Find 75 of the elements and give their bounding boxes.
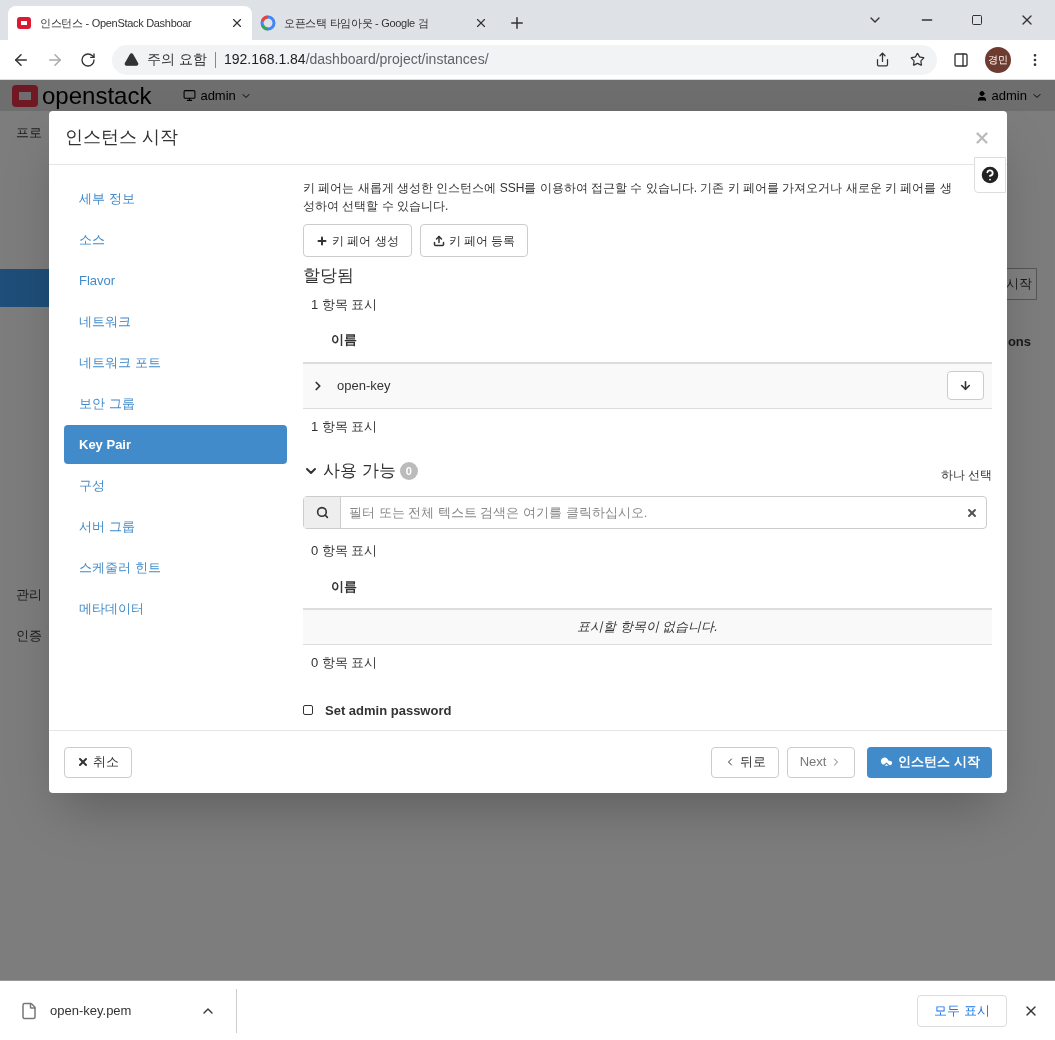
- key-pair-button[interactable]: 키 페어 생성: [303, 224, 412, 257]
- checkbox-label: Set admin password: [325, 701, 452, 720]
- browser-tab[interactable]: 인스턴스 - OpenStack Dashboar: [8, 6, 252, 40]
- wizard-step[interactable]: 서버 그룹: [64, 507, 287, 546]
- filter-field[interactable]: 필터 또는 전체 텍스트 검색은 여기를 클릭하십시오.: [303, 496, 987, 529]
- close-icon: [77, 756, 89, 768]
- file-icon: [20, 1001, 38, 1020]
- wizard-step[interactable]: 메타데이터: [64, 589, 287, 628]
- share-icon[interactable]: [875, 52, 890, 67]
- sidebar-text: 프로: [15, 124, 43, 142]
- wizard-step[interactable]: 네트워크: [64, 302, 287, 341]
- close-icon[interactable]: [230, 16, 244, 30]
- sidebar-active-item: [0, 268, 49, 307]
- browser-tab[interactable]: 오픈스택 타임아웃 - Google 검: [252, 6, 496, 40]
- arrow-down-icon: [959, 379, 972, 392]
- upload-icon: [432, 234, 445, 247]
- show-all-button[interactable]: 모두 표시: [917, 994, 1007, 1027]
- deallocate-button[interactable]: [947, 371, 984, 400]
- user-dropdown[interactable]: admin: [975, 85, 1043, 106]
- filter-input[interactable]: 필터 또는 전체 텍스트 검색은 여기를 클릭하십시오.: [341, 502, 966, 523]
- project-dropdown[interactable]: admin: [183, 85, 252, 106]
- empty-message: 표시할 항목이 없습니다.: [577, 618, 718, 637]
- checkbox[interactable]: [303, 705, 313, 716]
- help-button[interactable]: [974, 157, 1006, 193]
- maximize-icon[interactable]: [971, 14, 983, 26]
- table-cell-text: open-key: [337, 376, 391, 395]
- item-count: 1 항목 표시: [310, 417, 379, 436]
- warning-icon: [124, 52, 139, 67]
- cancel-button[interactable]: 취소: [64, 746, 132, 778]
- count-badge: 0: [399, 461, 418, 481]
- google-logo-icon: [260, 15, 276, 31]
- next-button[interactable]: Next: [786, 746, 856, 778]
- wizard-step[interactable]: 스케줄러 힌트: [64, 548, 287, 587]
- bookmark-icon[interactable]: [910, 52, 925, 67]
- logo-text: openstack: [42, 83, 152, 108]
- side-panel-icon[interactable]: [953, 51, 969, 68]
- openstack-logo-icon: [12, 84, 38, 107]
- wizard-step[interactable]: 보안 그룹: [64, 384, 287, 423]
- item-count: 0 항목 표시: [310, 654, 379, 672]
- user-icon: [975, 89, 988, 102]
- item-count: 1 항목 표시: [310, 295, 379, 314]
- wizard-step[interactable]: 네트워크 포트: [64, 343, 287, 382]
- wizard-step[interactable]: Flavor: [64, 261, 287, 300]
- description-text: 키 페어는 새롭게 생성한 인스턴스에 SSH를 이용하여 접근할 수 있습니다. 기존 키 페어를 가져오거나 새로운 키 페어를 생성하여 선택할 수 있습니다.: [303, 180, 953, 215]
- address-bar[interactable]: 주의 요함 192.168.1.84/dashboard/project/instances/: [112, 44, 937, 75]
- key-pair-button[interactable]: 키 페어 등록: [419, 224, 529, 257]
- download-filename: open-key.pem: [50, 1001, 133, 1020]
- monitor-icon: [183, 89, 197, 102]
- section-title: 할당됨: [303, 265, 355, 287]
- tab-title: 인스턴스 - OpenStack Dashboar: [40, 15, 193, 31]
- close-icon[interactable]: [474, 16, 488, 30]
- section-title: 사용 가능: [323, 460, 396, 483]
- security-warning: 주의 요함: [147, 50, 207, 69]
- wizard-step[interactable]: 소스: [64, 220, 287, 259]
- reload-icon[interactable]: [80, 51, 96, 68]
- wizard-step[interactable]: 세부 정보: [64, 179, 287, 218]
- launch-instance-button[interactable]: 인스턴스 시작: [867, 746, 992, 778]
- url-text: 192.168.1.84/dashboard/project/instances/: [223, 50, 489, 69]
- help-icon: [979, 164, 1001, 186]
- column-heading: ons: [1007, 333, 1031, 351]
- item-count: 0 항목 표시: [310, 542, 379, 560]
- sidebar-text: 인증: [15, 627, 43, 645]
- tab-title: 오픈스택 타임아웃 - Google 검: [284, 15, 430, 31]
- wizard-step[interactable]: Key Pair: [64, 425, 287, 464]
- openstack-logo-icon: [16, 15, 32, 31]
- sidebar-text: 관리: [15, 585, 43, 604]
- selection-hint: 하나 선택: [940, 467, 992, 484]
- back-button[interactable]: 뒤로: [710, 746, 779, 778]
- new-tab-icon[interactable]: [508, 14, 526, 32]
- wizard-step[interactable]: 구성: [64, 466, 287, 505]
- clear-icon[interactable]: [966, 506, 978, 519]
- profile-avatar[interactable]: 경민: [985, 46, 1011, 73]
- plus-icon: [316, 234, 328, 247]
- search-icon: [315, 506, 329, 519]
- dialog-title: 인스턴스 시작: [65, 126, 178, 149]
